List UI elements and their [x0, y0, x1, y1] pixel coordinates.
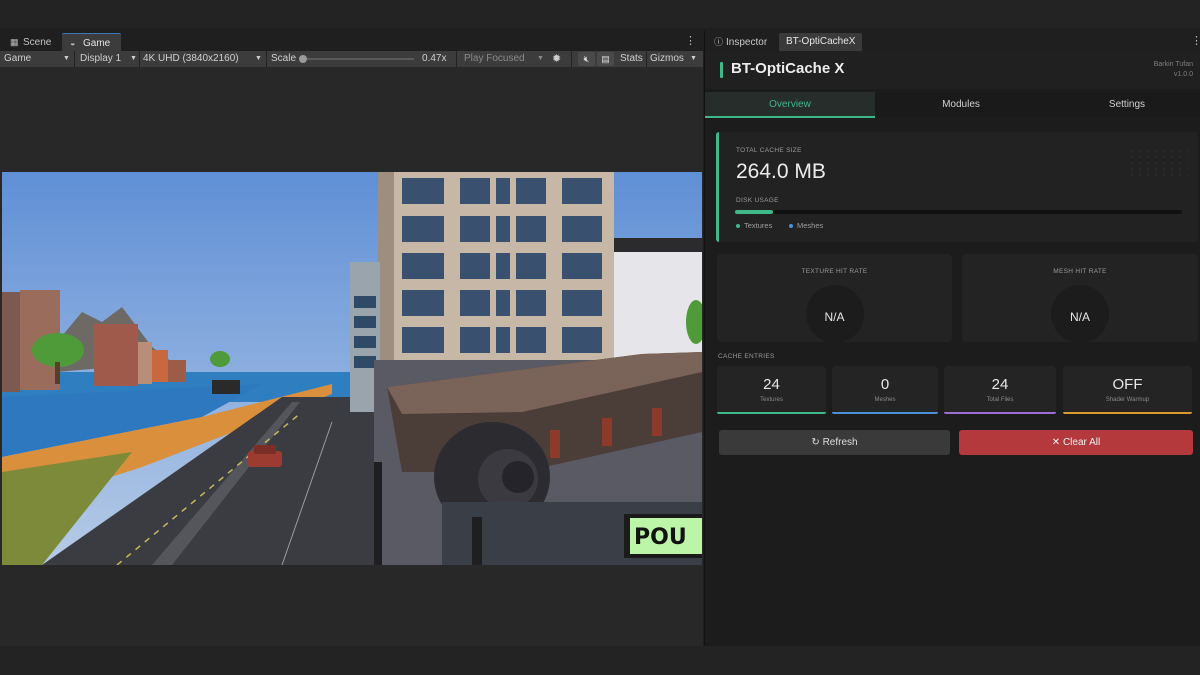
game-viewport[interactable]: POU	[2, 172, 702, 565]
plugin-author: Barkin Tufan	[1153, 61, 1193, 68]
entry-shader-warmup: OFF Shader Warmup	[1063, 366, 1192, 414]
scale-label: Scale	[271, 53, 297, 64]
info-icon: ⓘ	[714, 37, 724, 47]
entry-shader-warmup-value: OFF	[1112, 376, 1143, 393]
chevron-down-icon: ▼	[63, 55, 70, 62]
disk-usage-label: DISK USAGE	[736, 197, 779, 204]
mute-audio-icon[interactable]: 🔇︎	[578, 52, 595, 66]
legend-meshes: Meshes	[789, 221, 823, 230]
tab-inspector[interactable]: ⓘ Inspector	[707, 33, 774, 51]
chevron-down-icon: ▼	[255, 55, 262, 62]
decorative-dot-grid	[1128, 148, 1188, 178]
entry-meshes-accent	[832, 412, 938, 414]
entry-shader-warmup-accent	[1063, 412, 1192, 414]
chevron-down-icon: ▼	[130, 55, 137, 62]
cache-size-value: 264.0 MB	[736, 160, 826, 183]
resolution-dropdown[interactable]: 4K UHD (3840x2160)	[139, 51, 265, 67]
entry-shader-warmup-label: Shader Warmup	[1105, 397, 1150, 403]
texture-hit-rate-label: TEXTURE HIT RATE	[801, 268, 868, 275]
stats-button[interactable]: Stats	[616, 51, 643, 67]
texture-hit-rate-card: TEXTURE HIT RATE N/A	[717, 254, 952, 343]
cache-entries-label: CACHE ENTRIES	[718, 353, 775, 360]
disk-usage-bar	[735, 210, 1182, 214]
entry-textures-label: Textures	[760, 397, 783, 403]
bug-icon[interactable]: ✹	[548, 51, 561, 67]
inspector-tabbar: ⓘ Inspector BT-OptiCacheX ⋮	[705, 31, 1200, 51]
display-value: Display 1	[80, 53, 122, 64]
chevron-down-icon: ▼	[537, 55, 544, 62]
tab-inspector-label: Inspector	[726, 37, 768, 48]
inspector-panel: ⓘ Inspector BT-OptiCacheX ⋮ BT-OptiCache …	[704, 31, 1200, 646]
keyboard-icon[interactable]: ▤	[597, 52, 614, 66]
tab-scene[interactable]: ▦ Scene	[2, 33, 59, 51]
resolution-value: 4K UHD (3840x2160)	[143, 53, 239, 64]
entry-meshes-label: Meshes	[874, 397, 896, 403]
bottom-strip	[0, 646, 1200, 675]
header-accent	[720, 62, 723, 78]
disk-usage-fill	[735, 210, 773, 214]
legend-meshes-label: Meshes	[797, 221, 824, 230]
gizmos-button[interactable]: Gizmos	[646, 51, 686, 67]
mesh-hit-rate-value: N/A	[1069, 310, 1090, 324]
plugin-nav-tabs: Overview Modules Settings	[705, 92, 1200, 118]
plugin-version: v1.0.0	[1173, 71, 1193, 78]
entry-textures-accent	[717, 412, 826, 414]
play-mode-value: Play Focused	[464, 53, 525, 64]
clear-all-button[interactable]: ✕ Clear All	[959, 430, 1193, 455]
mesh-hit-rate-label: MESH HIT RATE	[1053, 268, 1107, 275]
title-strip	[0, 0, 1200, 28]
game-scene-render: POU	[2, 172, 702, 565]
refresh-button[interactable]: ↻ Refresh	[719, 430, 950, 455]
play-mode-dropdown[interactable]: Play Focused	[460, 51, 546, 67]
display-mode-dropdown[interactable]: Game	[0, 51, 72, 67]
chevron-down-icon[interactable]: ▼	[690, 51, 697, 67]
scale-slider-knob[interactable]	[299, 55, 307, 63]
panel-menu-icon[interactable]: ⋮	[685, 34, 696, 47]
tab-scene-label: Scene	[23, 37, 52, 48]
entry-total-files-label: Total Files	[986, 397, 1014, 403]
legend-textures: Textures	[736, 221, 772, 230]
tab-bt-opticachex[interactable]: BT-OptiCacheX	[779, 33, 863, 51]
tab-overview[interactable]: Overview	[705, 92, 875, 118]
plugin-title: BT-OptiCache X	[731, 60, 845, 77]
cache-size-card: TOTAL CACHE SIZE 264.0 MB DISK USAGE Tex…	[716, 132, 1198, 242]
entry-total-files-value: 24	[991, 376, 1009, 393]
game-toolbar: Game ▼ Display 1 ▼ 4K UHD (3840x2160) ▼ …	[0, 51, 703, 67]
tab-bt-opticachex-label: BT-OptiCacheX	[786, 36, 856, 47]
shop-sign-text: POU	[634, 525, 687, 550]
tab-settings[interactable]: Settings	[1043, 92, 1200, 118]
texture-hit-rate-value: N/A	[824, 310, 845, 324]
tab-game[interactable]: ◒ Game	[62, 33, 121, 51]
textures-dot-icon	[736, 224, 740, 229]
scale-slider[interactable]	[302, 58, 414, 60]
tab-modules[interactable]: Modules	[876, 92, 1046, 118]
entry-meshes-value: 0	[880, 376, 890, 393]
scale-value: 0.47x	[422, 53, 447, 64]
entry-total-files-accent	[944, 412, 1056, 414]
tab-game-label: Game	[83, 38, 111, 49]
meshes-dot-icon	[789, 224, 793, 229]
mesh-hit-rate-card: MESH HIT RATE N/A	[962, 254, 1198, 343]
display-mode-value: Game	[4, 53, 32, 64]
entry-textures: 24 Textures	[717, 366, 826, 414]
grid-icon: ▦	[10, 37, 19, 47]
cache-size-label: TOTAL CACHE SIZE	[736, 147, 802, 154]
entry-total-files: 24 Total Files	[944, 366, 1056, 414]
entry-meshes: 0 Meshes	[832, 366, 938, 414]
plugin-header: BT-OptiCache X Barkin Tufan v1.0.0	[705, 51, 1200, 89]
legend-textures-label: Textures	[744, 221, 773, 230]
gamepad-icon: ◒	[70, 38, 76, 48]
editor-tabbar: ▦ Scene ◒ Game ⋮	[0, 31, 703, 51]
inspector-menu-icon[interactable]: ⋮	[1191, 34, 1200, 47]
display-dropdown[interactable]: Display 1	[76, 51, 138, 67]
entry-textures-value: 24	[763, 376, 780, 393]
game-panel: ▦ Scene ◒ Game ⋮ Game ▼ Display 1 ▼ 4K UHD…	[0, 31, 703, 646]
